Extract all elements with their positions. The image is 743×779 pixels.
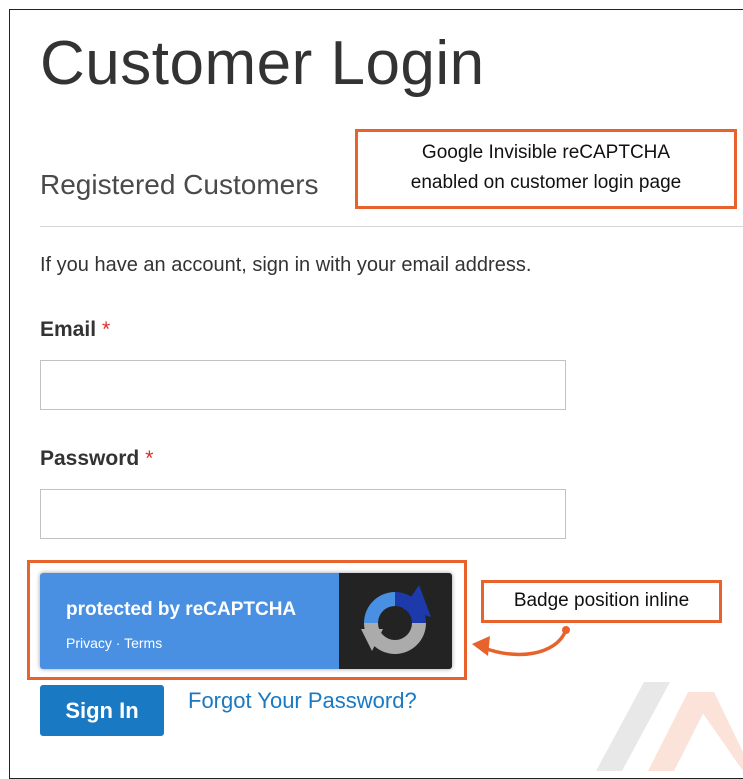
forgot-password-link[interactable]: Forgot Your Password?	[188, 688, 417, 714]
password-label: Password *	[40, 447, 153, 471]
annotation-badge-text: Badge position inline	[513, 590, 690, 611]
recaptcha-terms-link[interactable]: Terms	[124, 635, 162, 651]
login-intro-text: If you have an account, sign in with you…	[40, 254, 532, 276]
annotation-badge-position: Badge position inline	[481, 580, 722, 623]
recaptcha-link-separator: ·	[111, 635, 125, 651]
brand-watermark-icon	[596, 682, 743, 771]
recaptcha-protected-text: protected by reCAPTCHA	[66, 599, 297, 620]
annotation-recaptcha-enabled: Google Invisible reCAPTCHA enabled on cu…	[355, 129, 737, 209]
password-required-marker: *	[145, 447, 154, 470]
recaptcha-logo-panel	[339, 573, 452, 669]
annotation-arrow-icon	[472, 626, 570, 657]
email-label-text: Email	[40, 318, 97, 341]
section-title: Registered Customers	[40, 169, 319, 200]
recaptcha-links: Privacy · Terms	[66, 635, 162, 651]
email-required-marker: *	[102, 318, 111, 341]
sign-in-button[interactable]: Sign In	[40, 685, 164, 736]
recaptcha-privacy-link[interactable]: Privacy	[66, 635, 112, 651]
recaptcha-badge: protected by reCAPTCHA Privacy · Terms	[40, 573, 452, 669]
email-field[interactable]	[40, 360, 566, 410]
email-label: Email *	[40, 318, 110, 342]
annotation-line-1: Google Invisible reCAPTCHA	[421, 142, 671, 163]
password-label-text: Password	[40, 447, 140, 470]
page-title: Customer Login	[40, 29, 485, 98]
annotation-line-2: enabled on customer login page	[410, 172, 682, 193]
section-divider	[40, 226, 743, 227]
recaptcha-logo-icon	[361, 585, 431, 654]
password-field[interactable]	[40, 489, 566, 539]
